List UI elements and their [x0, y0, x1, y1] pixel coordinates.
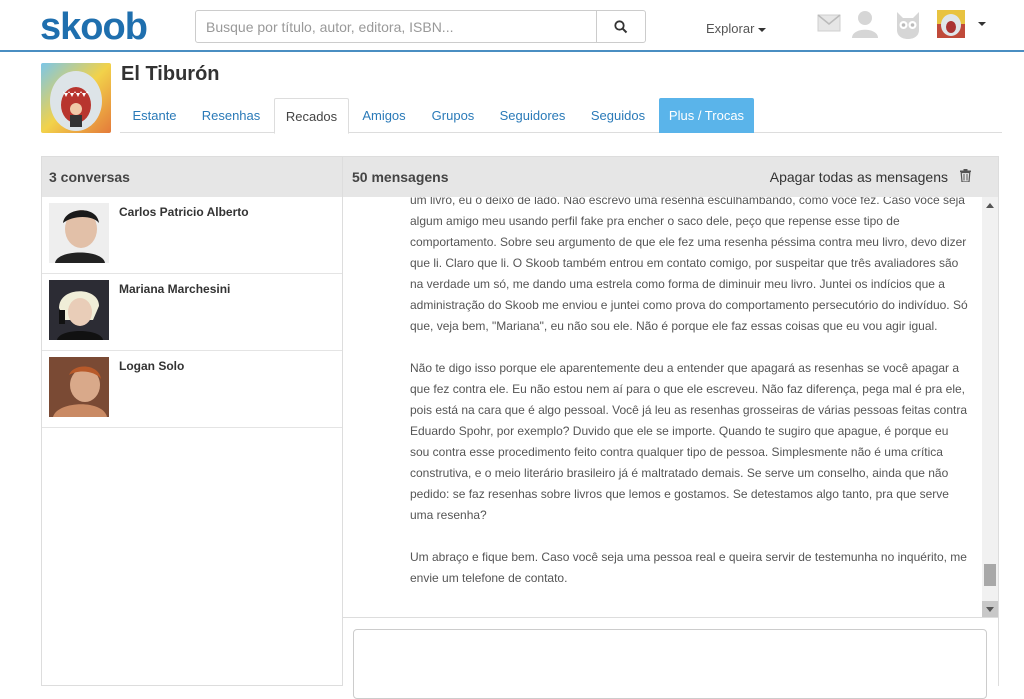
- delete-all-messages-button[interactable]: Apagar todas as mensagens: [770, 157, 948, 197]
- message-scrollbar[interactable]: [982, 197, 998, 617]
- envelope-icon[interactable]: [817, 14, 841, 32]
- scrollbar-thumb[interactable]: [984, 564, 996, 586]
- user-icon[interactable]: [850, 10, 880, 38]
- tab-estante[interactable]: Estante: [120, 98, 189, 133]
- message-paragraph: Um abraço e fique bem. Caso você seja um…: [410, 550, 967, 585]
- conversation-name: Logan Solo: [119, 359, 185, 373]
- explore-menu[interactable]: Explorar: [706, 21, 767, 36]
- avatar: [49, 357, 109, 417]
- conversations-count: 3 conversas: [42, 157, 342, 197]
- conversation-name: Mariana Marchesini: [119, 282, 231, 296]
- skoob-logo[interactable]: skoob: [40, 6, 148, 49]
- message-thread: um livro, eu o deixo de lado. Não escrev…: [343, 197, 981, 617]
- tab-seguidores[interactable]: Seguidores: [488, 98, 577, 133]
- search-input[interactable]: [196, 11, 597, 42]
- message-paragraph: Não te digo isso porque ele aparentement…: [410, 361, 967, 522]
- conversations-panel: 3 conversas Carlos Patricio Alberto Mari…: [41, 156, 343, 686]
- avatar: [49, 280, 109, 340]
- profile-avatar: [41, 63, 111, 133]
- search-button[interactable]: [596, 11, 645, 42]
- tab-recados[interactable]: Recados: [274, 98, 349, 134]
- profile-tabs: Estante Resenhas Recados Amigos Grupos S…: [120, 98, 1002, 134]
- owl-icon[interactable]: [894, 10, 922, 40]
- scroll-down-arrow-icon[interactable]: [982, 601, 998, 617]
- conversation-name: Carlos Patricio Alberto: [119, 205, 249, 219]
- search-icon: [614, 19, 628, 33]
- tab-plus-trocas[interactable]: Plus / Trocas: [659, 98, 754, 133]
- conversation-item[interactable]: Carlos Patricio Alberto: [42, 197, 342, 274]
- avatar: [49, 203, 109, 263]
- tab-amigos[interactable]: Amigos: [350, 98, 418, 133]
- profile-name: El Tiburón: [121, 63, 220, 85]
- conversation-item[interactable]: Mariana Marchesini: [42, 274, 342, 351]
- messages-panel: 50 mensagens Apagar todas as mensagens u…: [342, 156, 999, 699]
- chevron-down-icon: [758, 27, 767, 32]
- scroll-up-arrow-icon[interactable]: [982, 197, 998, 213]
- explore-label: Explorar: [706, 21, 755, 36]
- tab-resenhas[interactable]: Resenhas: [189, 98, 273, 133]
- trash-icon[interactable]: [960, 169, 971, 182]
- account-chevron-icon[interactable]: [978, 22, 986, 26]
- search-bar: [195, 10, 646, 43]
- conversation-item[interactable]: Logan Solo: [42, 351, 342, 428]
- reply-area: [343, 617, 998, 699]
- messages-header: 50 mensagens Apagar todas as mensagens: [343, 157, 998, 197]
- tab-seguidos[interactable]: Seguidos: [577, 98, 659, 133]
- top-header: skoob Explorar: [0, 0, 1024, 52]
- reply-textarea[interactable]: [353, 629, 987, 699]
- messages-count: 50 mensagens: [352, 169, 449, 185]
- tab-grupos[interactable]: Grupos: [418, 98, 488, 133]
- message-body: um livro, eu o deixo de lado. Não escrev…: [410, 197, 970, 610]
- message-paragraph: um livro, eu o deixo de lado. Não escrev…: [410, 197, 968, 333]
- user-avatar[interactable]: [937, 10, 965, 38]
